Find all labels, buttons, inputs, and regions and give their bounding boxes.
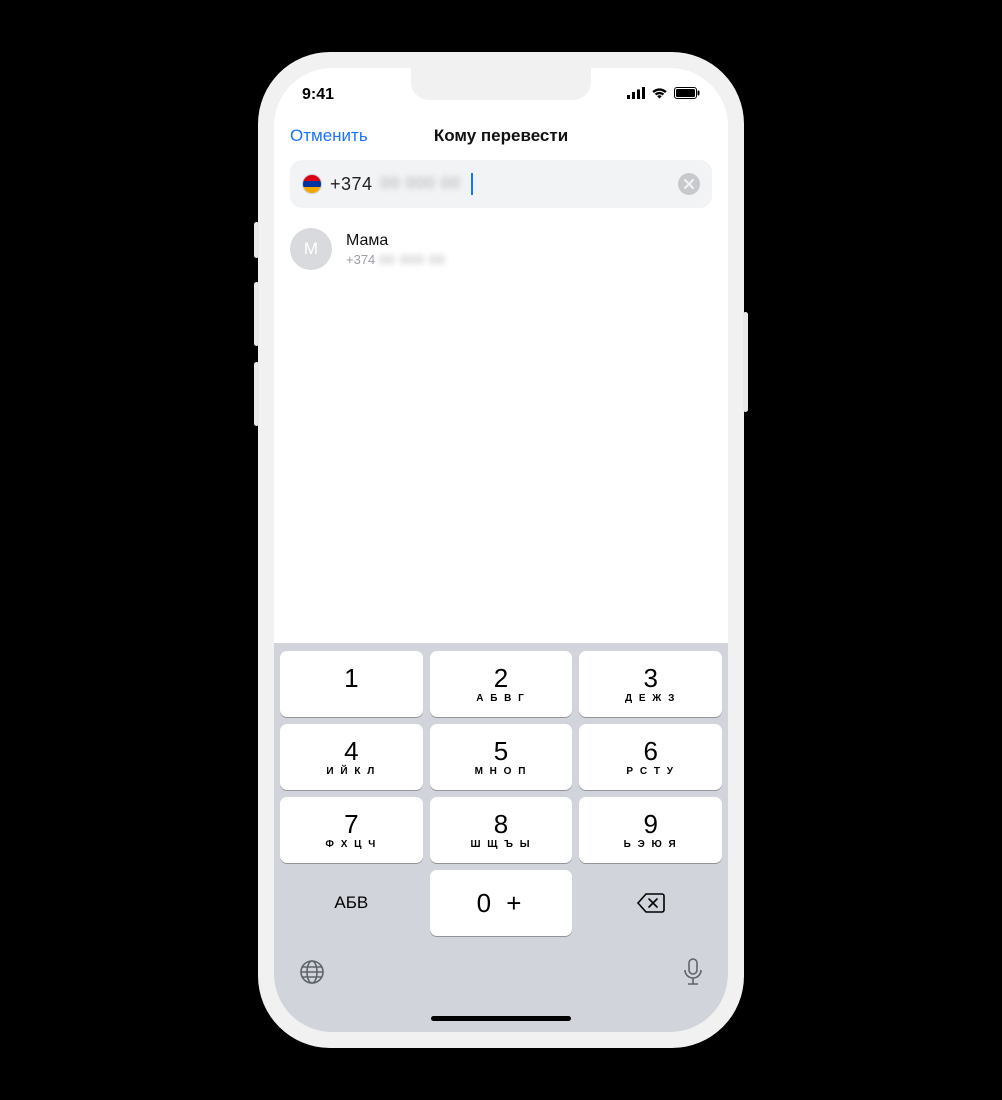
key-8[interactable]: 8 Ш Щ Ъ Ы xyxy=(430,797,573,863)
notch xyxy=(411,68,591,100)
key-abc[interactable]: АБВ xyxy=(280,870,423,936)
key-0-digit: 0 + xyxy=(477,890,526,916)
key-3-letters: Д Е Ж З xyxy=(625,693,676,704)
dictation-button[interactable] xyxy=(682,957,704,990)
key-6-letters: Р С Т У xyxy=(626,766,675,777)
phone-frame: 9:41 Отменить Кому перевести +374 xyxy=(258,52,744,1048)
status-time: 9:41 xyxy=(302,86,334,104)
key-3-digit: 3 xyxy=(643,665,657,691)
page-title: Кому перевести xyxy=(434,126,568,146)
contact-info: Мама +374 00 000 00 xyxy=(346,231,446,267)
key-8-digit: 8 xyxy=(494,811,508,837)
phone-input[interactable]: +374 00 000 00 xyxy=(290,160,712,208)
microphone-icon xyxy=(682,957,704,987)
volume-up-button[interactable] xyxy=(254,282,259,346)
key-7[interactable]: 7 Ф Х Ц Ч xyxy=(280,797,423,863)
numeric-keyboard: 1 2 А Б В Г 3 Д Е Ж З 4 И Й К Л 5 М Н О П 6 Р… xyxy=(274,643,728,1004)
avatar-initial: М xyxy=(304,239,318,259)
clear-input-button[interactable] xyxy=(678,173,700,195)
key-4[interactable]: 4 И Й К Л xyxy=(280,724,423,790)
key-9[interactable]: 9 Ь Э Ю Я xyxy=(579,797,722,863)
key-5-digit: 5 xyxy=(494,738,508,764)
backspace-icon xyxy=(636,892,666,914)
contact-name: Мама xyxy=(346,231,446,252)
close-icon xyxy=(684,179,694,189)
content-spacer xyxy=(274,282,728,643)
key-1[interactable]: 1 xyxy=(280,651,423,717)
text-cursor xyxy=(471,173,473,195)
key-6[interactable]: 6 Р С Т У xyxy=(579,724,722,790)
key-7-letters: Ф Х Ц Ч xyxy=(325,839,377,850)
key-9-digit: 9 xyxy=(643,811,657,837)
key-3[interactable]: 3 Д Е Ж З xyxy=(579,651,722,717)
avatar: М xyxy=(290,228,332,270)
cancel-button[interactable]: Отменить xyxy=(290,126,368,146)
key-backspace[interactable] xyxy=(579,870,722,936)
dial-prefix: +374 xyxy=(330,174,373,195)
key-9-letters: Ь Э Ю Я xyxy=(624,839,678,850)
key-5[interactable]: 5 М Н О П xyxy=(430,724,573,790)
key-4-digit: 4 xyxy=(344,738,358,764)
home-indicator[interactable] xyxy=(431,1016,571,1021)
phone-screen: 9:41 Отменить Кому перевести +374 xyxy=(274,68,728,1032)
key-8-letters: Ш Щ Ъ Ы xyxy=(470,839,531,850)
key-1-digit: 1 xyxy=(344,665,358,691)
contact-phone-prefix: +374 xyxy=(346,252,375,267)
home-indicator-area xyxy=(274,1004,728,1032)
volume-down-button[interactable] xyxy=(254,362,259,426)
key-4-letters: И Й К Л xyxy=(326,766,376,777)
keyboard-bottom-row xyxy=(280,943,722,1000)
key-2[interactable]: 2 А Б В Г xyxy=(430,651,573,717)
battery-icon xyxy=(674,86,700,104)
key-6-digit: 6 xyxy=(643,738,657,764)
globe-button[interactable] xyxy=(298,958,326,989)
wifi-icon xyxy=(651,86,668,104)
mute-switch[interactable] xyxy=(254,222,259,258)
status-indicators xyxy=(627,86,700,104)
key-0[interactable]: 0 + xyxy=(430,870,573,936)
cellular-icon xyxy=(627,86,645,104)
nav-bar: Отменить Кому перевести xyxy=(274,116,728,160)
globe-icon xyxy=(298,958,326,986)
country-flag-icon[interactable] xyxy=(302,174,322,194)
power-button[interactable] xyxy=(743,312,748,412)
contact-phone-masked: 00 000 00 xyxy=(379,252,446,267)
key-5-letters: М Н О П xyxy=(475,766,528,777)
contact-row[interactable]: М Мама +374 00 000 00 xyxy=(274,208,728,282)
phone-input-masked: 00 000 00 xyxy=(381,175,461,193)
key-2-digit: 2 xyxy=(494,665,508,691)
contact-phone: +374 00 000 00 xyxy=(346,252,446,267)
key-abc-label: АБВ xyxy=(334,893,368,913)
key-2-letters: А Б В Г xyxy=(476,693,526,704)
key-7-digit: 7 xyxy=(344,811,358,837)
